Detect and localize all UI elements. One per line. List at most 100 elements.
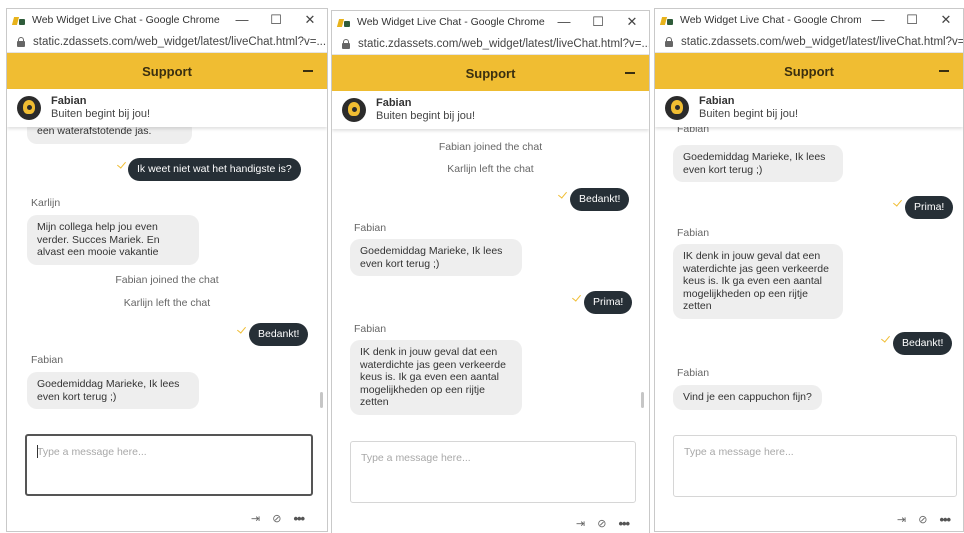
- incoming-message: Vind je een cappuchon fijn?: [673, 385, 822, 410]
- scrollbar-thumb[interactable]: [641, 392, 644, 408]
- composer-toolbar: ⇥ ⊘ •••: [897, 512, 951, 527]
- avatar: [17, 96, 41, 120]
- maximize-window-button[interactable]: ☐: [259, 9, 293, 31]
- delivered-check-icon: [893, 197, 902, 207]
- sender-name: Fabian: [677, 367, 710, 379]
- lock-icon[interactable]: [342, 38, 350, 49]
- delivered-check-icon: [558, 189, 567, 199]
- agent-tagline: Buiten begint bij jou!: [699, 108, 799, 120]
- text-caret: [37, 445, 38, 458]
- system-message: Karlijn left the chat: [123, 297, 211, 309]
- url-text[interactable]: static.zdassets.com/web_widget/latest/li…: [33, 36, 326, 48]
- delivered-check-icon: [237, 324, 246, 334]
- url-text[interactable]: static.zdassets.com/web_widget/latest/li…: [681, 36, 963, 48]
- close-window-button[interactable]: ✕: [293, 9, 327, 31]
- widget-title: Support: [784, 63, 834, 79]
- message-composer[interactable]: [25, 434, 313, 496]
- incoming-message: een waterafstotende jas.: [27, 127, 192, 144]
- agent-name: Fabian: [51, 95, 87, 107]
- sender-name: Karlijn: [31, 197, 61, 209]
- incoming-message: Mijn collega help jou even verder. Succe…: [27, 215, 199, 265]
- outgoing-message: Ik weet niet wat het handigste is?: [128, 158, 301, 181]
- message-input[interactable]: [351, 442, 635, 502]
- minimize-widget-icon[interactable]: [939, 70, 949, 72]
- window-titlebar[interactable]: Web Widget Live Chat - Google Chrome — ☐…: [7, 9, 327, 31]
- address-bar[interactable]: static.zdassets.com/web_widget/latest/li…: [655, 31, 963, 53]
- minimize-window-button[interactable]: —: [861, 9, 895, 31]
- delivered-check-icon: [572, 292, 581, 302]
- avatar: [665, 96, 689, 120]
- agent-bar: Fabian Buiten begint bij jou!: [332, 91, 649, 129]
- incoming-message: Goedemiddag Marieke, Ik lees even kort t…: [673, 145, 843, 182]
- message-composer[interactable]: [350, 441, 636, 503]
- message-list[interactable]: Fabian Goedemiddag Marieke, Ik lees even…: [655, 127, 963, 427]
- sender-name: Fabian: [354, 323, 387, 335]
- window-title: Web Widget Live Chat - Google Chrome: [32, 14, 220, 26]
- more-icon[interactable]: •••: [939, 512, 951, 527]
- window-title: Web Widget Live Chat - Google Chrome: [680, 14, 861, 26]
- maximize-window-button[interactable]: ☐: [581, 11, 615, 33]
- agent-bar: Fabian Buiten begint bij jou!: [7, 89, 327, 127]
- maximize-window-button[interactable]: ☐: [895, 9, 929, 31]
- chrome-window-1: Web Widget Live Chat - Google Chrome — ☐…: [6, 8, 328, 532]
- window-titlebar[interactable]: Web Widget Live Chat - Google Chrome — ☐…: [332, 11, 649, 33]
- composer-toolbar: ⇥ ⊘ •••: [576, 516, 630, 531]
- attach-icon[interactable]: ⊘: [272, 513, 281, 525]
- app-logo-icon: [11, 14, 27, 26]
- incoming-message: IK denk in jouw geval dat een waterdicht…: [673, 244, 843, 319]
- agent-name: Fabian: [376, 97, 412, 109]
- system-message: Fabian joined the chat: [438, 141, 543, 153]
- address-bar[interactable]: static.zdassets.com/web_widget/latest/li…: [7, 31, 327, 53]
- minimize-window-button[interactable]: —: [547, 11, 581, 33]
- scrollbar-thumb[interactable]: [320, 392, 323, 408]
- message-input[interactable]: [674, 436, 956, 496]
- message-composer[interactable]: [673, 435, 957, 497]
- transfer-icon[interactable]: ⇥: [576, 518, 585, 530]
- window-titlebar[interactable]: Web Widget Live Chat - Google Chrome — ☐…: [655, 9, 963, 31]
- outgoing-message: Bedankt!: [893, 332, 953, 355]
- more-icon[interactable]: •••: [618, 516, 630, 531]
- address-bar[interactable]: static.zdassets.com/web_widget/latest/li…: [332, 33, 649, 55]
- chrome-window-2: Web Widget Live Chat - Google Chrome — ☐…: [331, 10, 650, 533]
- message-input[interactable]: [27, 436, 311, 494]
- app-logo-icon: [659, 14, 675, 26]
- close-window-button[interactable]: ✕: [615, 11, 649, 33]
- close-window-button[interactable]: ✕: [929, 9, 963, 31]
- minimize-window-button[interactable]: —: [225, 9, 259, 31]
- minimize-widget-icon[interactable]: [625, 72, 635, 74]
- widget-header: Support: [655, 53, 963, 89]
- incoming-message: Goedemiddag Marieke, Ik lees even kort t…: [27, 372, 199, 409]
- minimize-widget-icon[interactable]: [303, 70, 313, 72]
- transfer-icon[interactable]: ⇥: [251, 513, 260, 525]
- attach-icon[interactable]: ⊘: [918, 514, 927, 526]
- outgoing-message: Prima!: [905, 196, 954, 219]
- more-icon[interactable]: •••: [293, 511, 305, 526]
- agent-name: Fabian: [699, 95, 735, 107]
- sender-name: Fabian: [677, 227, 710, 239]
- agent-tagline: Buiten begint bij jou!: [51, 108, 151, 120]
- system-message: Karlijn left the chat: [447, 163, 534, 175]
- widget-title: Support: [142, 63, 192, 79]
- lock-icon[interactable]: [17, 36, 25, 47]
- system-message: Fabian joined the chat: [115, 274, 219, 286]
- avatar: [342, 98, 366, 122]
- message-list[interactable]: een waterafstotende jas. Ik weet niet wa…: [7, 127, 327, 427]
- composer-toolbar: ⇥ ⊘ •••: [251, 511, 305, 526]
- agent-tagline: Buiten begint bij jou!: [376, 110, 476, 122]
- incoming-message: Goedemiddag Marieke, Ik lees even kort t…: [350, 239, 522, 276]
- widget-header: Support: [7, 53, 327, 89]
- message-list[interactable]: Fabian joined the chat Karlijn left the …: [332, 129, 649, 434]
- outgoing-message: Bedankt!: [249, 323, 309, 346]
- transfer-icon[interactable]: ⇥: [897, 514, 906, 526]
- attach-icon[interactable]: ⊘: [597, 518, 606, 530]
- widget-title: Support: [465, 65, 516, 81]
- incoming-message: IK denk in jouw geval dat een waterdicht…: [350, 340, 522, 415]
- sender-name: Fabian: [31, 354, 64, 366]
- outgoing-message: Bedankt!: [570, 188, 630, 211]
- sender-name: Fabian: [354, 222, 387, 234]
- url-text[interactable]: static.zdassets.com/web_widget/latest/li…: [358, 38, 649, 50]
- delivered-check-icon: [881, 333, 890, 343]
- chrome-window-3: Web Widget Live Chat - Google Chrome — ☐…: [654, 8, 964, 532]
- delivered-check-icon: [117, 159, 126, 169]
- lock-icon[interactable]: [665, 36, 673, 47]
